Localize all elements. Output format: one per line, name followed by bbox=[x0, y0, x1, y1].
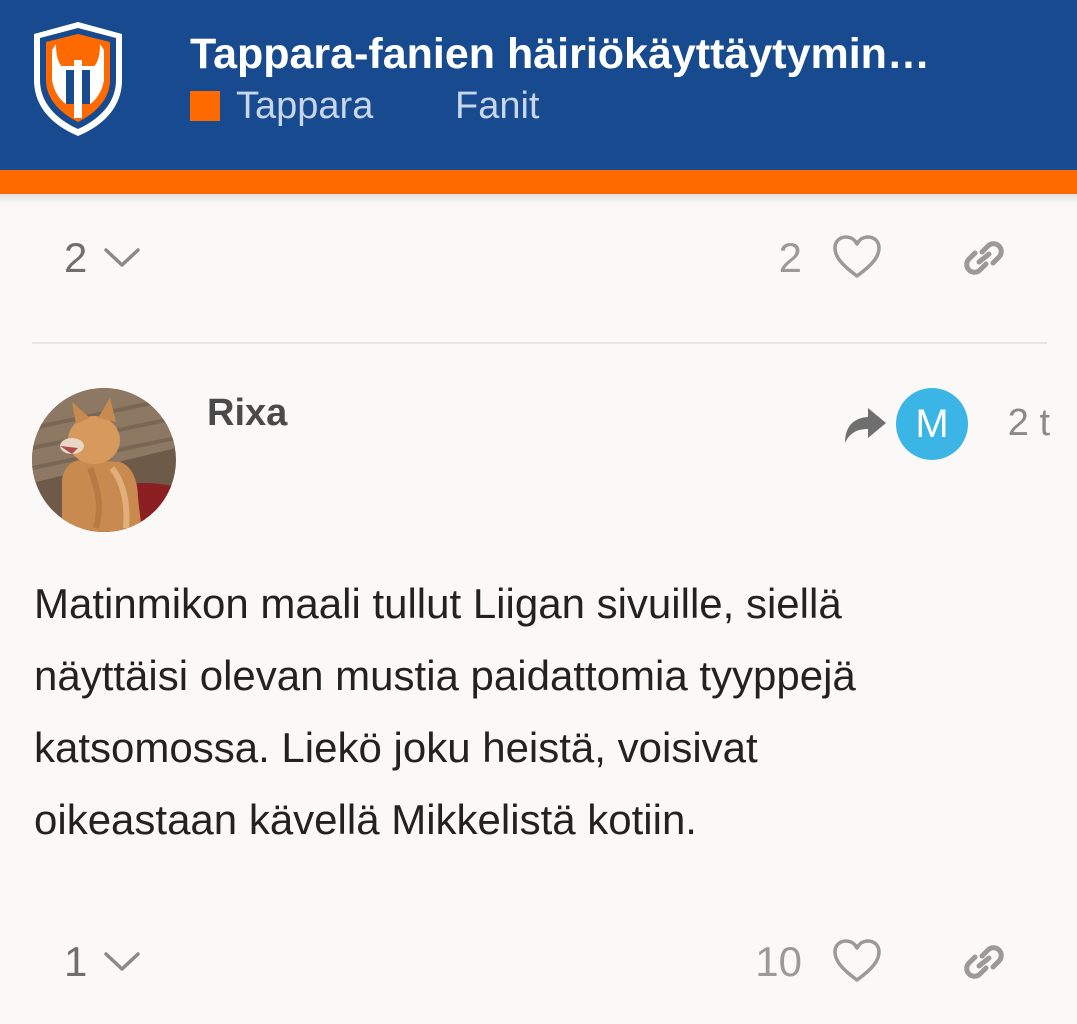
link-icon[interactable] bbox=[960, 940, 1008, 984]
post-actions: 1 10 bbox=[0, 932, 1077, 992]
show-replies-button[interactable]: 1 bbox=[64, 932, 141, 992]
post-body-line: näyttäisi olevan mustia paidattomia tyyp… bbox=[34, 652, 856, 699]
reply-to-avatar[interactable]: M bbox=[896, 388, 968, 460]
topic-page: Tappara-fanien häiriökäyttäytymin… Tappa… bbox=[0, 0, 1077, 1024]
show-replies-button[interactable]: 2 bbox=[64, 228, 141, 288]
tappara-logo-icon[interactable] bbox=[30, 20, 126, 138]
post-body-line: oikeastaan kävellä Mikkelistä kotiin. bbox=[34, 796, 697, 843]
post-divider bbox=[32, 342, 1047, 344]
topic-title[interactable]: Tappara-fanien häiriökäyttäytymin… bbox=[190, 28, 1050, 80]
heart-icon[interactable] bbox=[832, 234, 882, 280]
category-label: Tappara bbox=[236, 85, 374, 127]
header-shadow bbox=[0, 194, 1077, 204]
post-body: Matinmikon maali tullut Liigan sivuille,… bbox=[34, 568, 1044, 856]
reply-arrow-icon bbox=[845, 408, 886, 443]
tag-fanit[interactable]: Fanit bbox=[455, 84, 539, 128]
previous-post-actions: 2 2 bbox=[0, 228, 1077, 288]
chevron-down-icon bbox=[104, 248, 141, 267]
category-color-square bbox=[190, 91, 220, 121]
topic-header: Tappara-fanien häiriökäyttäytymin… Tappa… bbox=[0, 0, 1077, 170]
replies-count: 1 bbox=[64, 938, 88, 985]
heart-icon[interactable] bbox=[832, 938, 882, 984]
category-tappara[interactable]: Tappara bbox=[190, 84, 373, 128]
tag-label: Fanit bbox=[455, 85, 540, 127]
replies-count: 2 bbox=[64, 234, 88, 281]
header-accent-stripe bbox=[0, 170, 1077, 194]
post-username[interactable]: Rixa bbox=[207, 390, 287, 436]
chevron-down-icon bbox=[104, 952, 141, 971]
cat-avatar-image bbox=[32, 388, 176, 532]
post-body-line: Matinmikon maali tullut Liigan sivuille,… bbox=[34, 580, 842, 627]
user-avatar[interactable] bbox=[32, 388, 176, 532]
post-body-line: katsomossa. Liekö joku heistä, voisivat bbox=[34, 724, 758, 771]
post-date[interactable]: 2 t bbox=[990, 400, 1050, 446]
like-count[interactable]: 2 bbox=[740, 228, 802, 288]
like-count[interactable]: 10 bbox=[730, 932, 802, 992]
link-icon[interactable] bbox=[960, 236, 1008, 280]
